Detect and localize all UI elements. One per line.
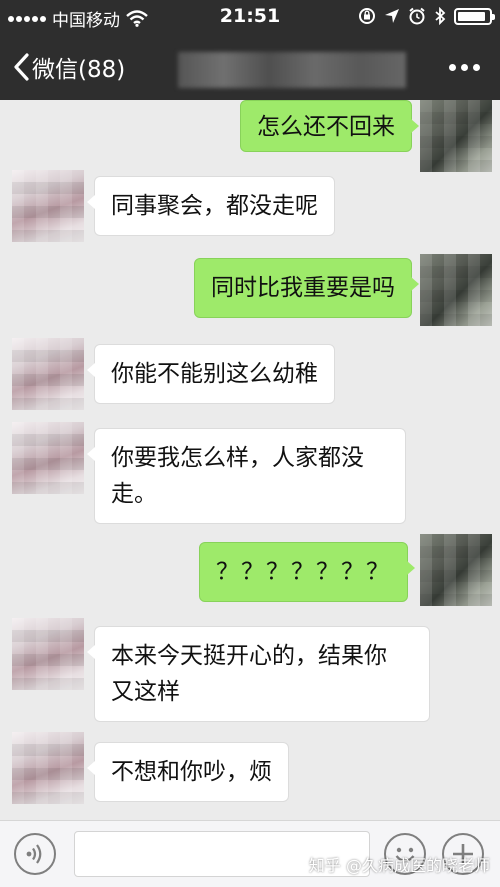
- message-bubble-received[interactable]: 本来今天挺开心的，结果你 又这样: [87, 626, 430, 722]
- message-bubble-sent[interactable]: ？？？？？？？: [199, 542, 415, 602]
- status-right: [358, 7, 495, 25]
- my-avatar[interactable]: [420, 534, 492, 606]
- friend-avatar[interactable]: [12, 618, 84, 690]
- back-label: 微信(88): [32, 57, 126, 83]
- chat-header: 微信(88): [0, 34, 500, 100]
- message-bubble-received[interactable]: 不想和你吵，烦: [87, 742, 289, 802]
- message-bubble-received[interactable]: 同事聚会，都没走呢: [87, 176, 335, 236]
- more-dots-icon[interactable]: [449, 64, 480, 71]
- orientation-lock-icon: [359, 8, 375, 24]
- alarm-icon: [409, 7, 425, 25]
- friend-avatar[interactable]: [12, 338, 84, 410]
- contact-name-blurred: [178, 52, 406, 88]
- status-bar: 中国移动 21:51: [0, 0, 500, 34]
- chat-area: 怎么还不回来 同事聚会，都没走呢 同时比我重要是吗 你能不能别这么幼稚 你要我怎…: [0, 100, 500, 820]
- back-button[interactable]: 微信(88): [12, 50, 125, 84]
- message-bubble-sent[interactable]: 怎么还不回来: [240, 100, 419, 152]
- battery-fill: [458, 11, 485, 21]
- message-bubble-received[interactable]: 你能不能别这么幼稚: [87, 344, 335, 404]
- message-bubble-received[interactable]: 你要我怎么样，人家都没 走。: [87, 428, 406, 524]
- location-icon: [385, 9, 399, 23]
- message-bubble-sent[interactable]: 同时比我重要是吗: [194, 258, 419, 318]
- friend-avatar[interactable]: [12, 732, 84, 804]
- my-avatar[interactable]: [420, 100, 492, 172]
- my-avatar[interactable]: [420, 254, 492, 326]
- watermark: 知乎 @久病成医的晓老师: [308, 856, 490, 875]
- voice-button[interactable]: [14, 833, 56, 875]
- friend-avatar[interactable]: [12, 170, 84, 242]
- voice-icon: [26, 844, 42, 864]
- friend-avatar[interactable]: [12, 422, 84, 494]
- battery-icon: [454, 7, 495, 25]
- chevron-left-icon: [14, 53, 29, 81]
- bluetooth-icon: [435, 7, 446, 25]
